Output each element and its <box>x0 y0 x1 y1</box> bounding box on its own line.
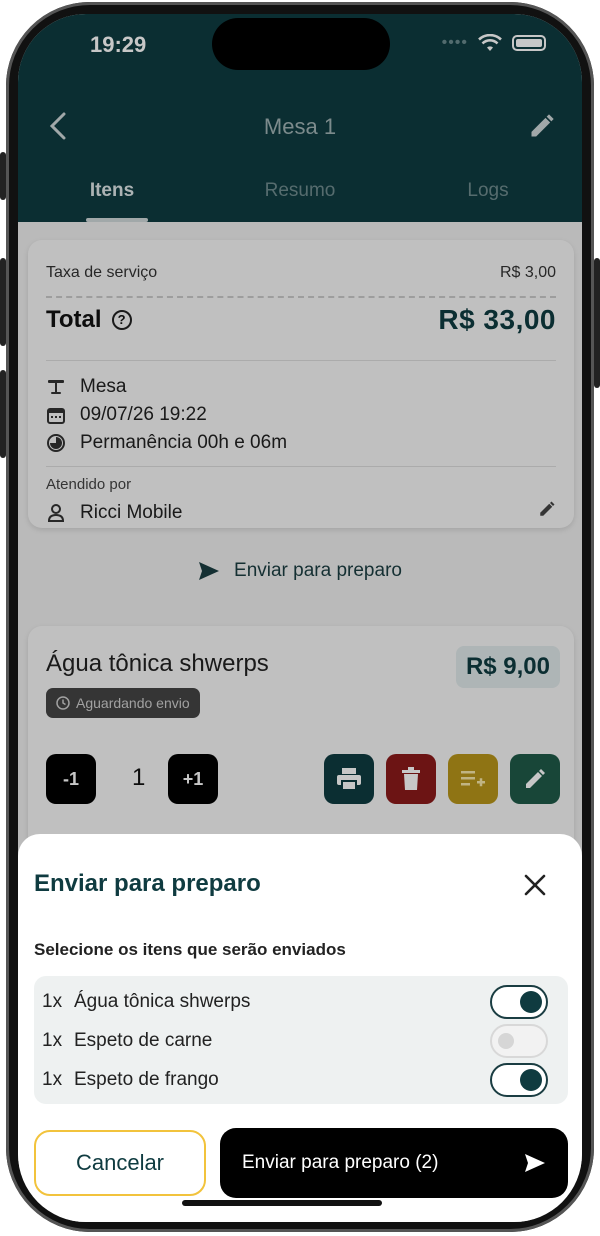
list-item: 1x Água tônica shwerps <box>42 984 548 1020</box>
volume-down-button <box>0 370 6 458</box>
toggle-knob <box>498 1033 514 1049</box>
cancel-button[interactable]: Cancelar <box>34 1130 206 1196</box>
item-name: Espeto de frango <box>74 1069 219 1090</box>
screen: 19:29 •••• Mesa 1 Itens Resumo Logs Taxa… <box>18 14 582 1222</box>
power-button <box>594 258 600 388</box>
item-toggle[interactable] <box>490 1063 548 1097</box>
send-to-kitchen-sheet: Enviar para preparo Selecione os itens q… <box>18 834 582 1222</box>
sheet-subtitle: Selecione os itens que serão enviados <box>34 940 346 959</box>
item-toggle[interactable] <box>490 985 548 1019</box>
item-qty: 1x <box>42 991 63 1012</box>
item-name: Espeto de carne <box>74 1030 213 1051</box>
toggle-knob <box>520 1069 542 1091</box>
item-qty: 1x <box>42 1030 63 1051</box>
volume-up-button <box>0 258 6 346</box>
home-indicator <box>182 1200 382 1206</box>
list-item: 1x Espeto de frango <box>42 1062 548 1098</box>
confirm-send-label: Enviar para preparo (2) <box>242 1152 439 1173</box>
list-item: 1x Espeto de carne <box>42 1023 548 1059</box>
sheet-title: Enviar para preparo <box>34 870 261 897</box>
items-list: 1x Água tônica shwerps 1x Espeto de carn… <box>34 976 568 1104</box>
close-icon[interactable] <box>524 874 546 896</box>
confirm-send-button[interactable]: Enviar para preparo (2) <box>220 1128 568 1198</box>
item-toggle[interactable] <box>490 1024 548 1058</box>
send-icon <box>525 1154 545 1172</box>
toggle-knob <box>520 991 542 1013</box>
item-name: Água tônica shwerps <box>74 991 251 1012</box>
item-qty: 1x <box>42 1069 63 1090</box>
mute-switch <box>0 152 6 200</box>
